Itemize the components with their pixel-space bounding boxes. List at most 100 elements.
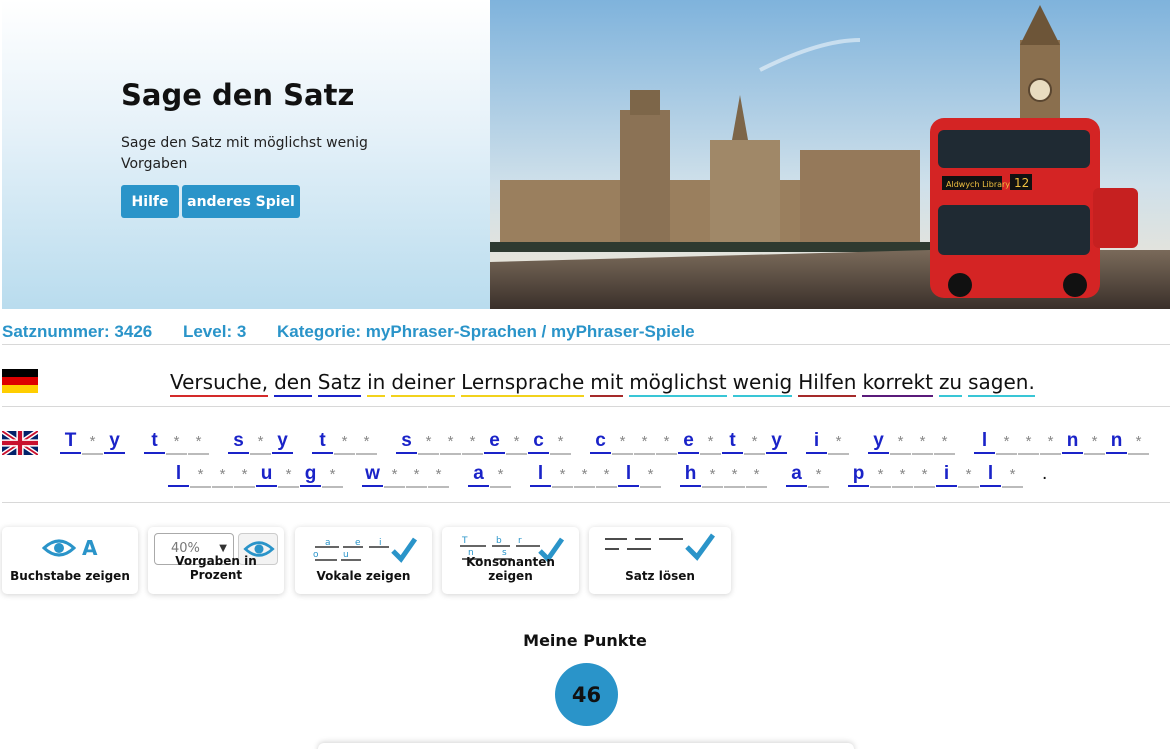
hidden-letter[interactable]: *	[914, 464, 935, 488]
revealed-letter[interactable]: w	[362, 463, 383, 487]
revealed-letter[interactable]: t	[144, 430, 165, 454]
hidden-letter[interactable]: *	[1002, 464, 1023, 488]
revealed-letter[interactable]: a	[786, 463, 807, 487]
revealed-letter[interactable]: l	[618, 463, 639, 487]
revealed-letter[interactable]: h	[680, 463, 701, 487]
hidden-letter[interactable]: *	[190, 464, 211, 488]
revealed-letter[interactable]: y	[868, 430, 889, 454]
hidden-letter[interactable]: *	[1128, 431, 1149, 455]
revealed-letter[interactable]: l	[530, 463, 551, 487]
hidden-letter[interactable]: *	[702, 464, 723, 488]
hidden-letter[interactable]: *	[82, 431, 103, 455]
hidden-letter[interactable]: *	[166, 431, 187, 455]
hidden-letter[interactable]: *	[406, 464, 427, 488]
hidden-letter[interactable]: *	[550, 431, 571, 455]
svg-text:Aldwych Library: Aldwych Library	[946, 180, 1010, 189]
revealed-letter[interactable]: n	[1106, 430, 1127, 454]
revealed-letter[interactable]: s	[396, 430, 417, 454]
hidden-letter[interactable]: *	[724, 464, 745, 488]
hidden-letter[interactable]: *	[356, 431, 377, 455]
german-word[interactable]: korrekt	[862, 370, 933, 397]
revealed-letter[interactable]: c	[528, 430, 549, 454]
revealed-letter[interactable]: y	[272, 430, 293, 454]
hidden-letter[interactable]: *	[384, 464, 405, 488]
german-word[interactable]: Versuche,	[170, 370, 269, 397]
hidden-letter[interactable]: *	[1084, 431, 1105, 455]
revealed-letter[interactable]: l	[974, 430, 995, 454]
hidden-letter[interactable]: *	[656, 431, 677, 455]
revealed-letter[interactable]: n	[1062, 430, 1083, 454]
hidden-letter[interactable]: *	[634, 431, 655, 455]
hidden-letter[interactable]: *	[596, 464, 617, 488]
german-word[interactable]: möglichst	[629, 370, 727, 397]
hidden-letter[interactable]: *	[892, 464, 913, 488]
revealed-letter[interactable]: u	[256, 463, 277, 487]
other-game-button[interactable]: anderes Spiel	[182, 185, 300, 218]
hidden-letter[interactable]: *	[640, 464, 661, 488]
hidden-letter[interactable]: *	[996, 431, 1017, 455]
german-word[interactable]: zu	[938, 370, 963, 397]
help-button[interactable]: Hilfe	[121, 185, 179, 218]
german-word[interactable]: Satz	[317, 370, 362, 397]
revealed-letter[interactable]: t	[312, 430, 333, 454]
revealed-letter[interactable]: a	[468, 463, 489, 487]
show-consonants-button[interactable]: T b r n s Konsonanten zeigen	[442, 527, 579, 594]
revealed-letter[interactable]: l	[980, 463, 1001, 487]
show-letter-button[interactable]: A Buchstabe zeigen	[2, 527, 138, 594]
hidden-letter[interactable]: *	[870, 464, 891, 488]
hidden-letter[interactable]: *	[188, 431, 209, 455]
hidden-letter[interactable]: *	[1040, 431, 1061, 455]
hidden-letter[interactable]: *	[828, 431, 849, 455]
hidden-letter[interactable]: *	[1018, 431, 1039, 455]
hidden-letter[interactable]: *	[322, 464, 343, 488]
revealed-letter[interactable]: c	[590, 430, 611, 454]
hidden-letter[interactable]: *	[490, 464, 511, 488]
hidden-letter[interactable]: *	[746, 464, 767, 488]
german-word[interactable]: sagen.	[968, 370, 1035, 397]
show-consonants-label: Konsonanten zeigen	[466, 555, 555, 583]
german-sentence: Versuche, den Satz in deiner Lernsprache mit mö…	[170, 370, 1041, 397]
hidden-letter[interactable]: *	[958, 464, 979, 488]
revealed-letter[interactable]: s	[228, 430, 249, 454]
revealed-letter[interactable]: l	[168, 463, 189, 487]
revealed-letter[interactable]: g	[300, 463, 321, 487]
german-word[interactable]: den	[274, 370, 312, 397]
hidden-letter[interactable]: *	[418, 431, 439, 455]
revealed-letter[interactable]: e	[484, 430, 505, 454]
solve-button[interactable]: Satz lösen	[589, 527, 731, 594]
hidden-letter[interactable]: *	[506, 431, 527, 455]
german-word[interactable]: Lernsprache	[461, 370, 585, 397]
hidden-letter[interactable]: *	[552, 464, 573, 488]
hidden-letter[interactable]: *	[462, 431, 483, 455]
german-word[interactable]: in	[367, 370, 386, 397]
german-word[interactable]: deiner	[391, 370, 456, 397]
revealed-letter[interactable]: t	[722, 430, 743, 454]
german-word[interactable]: mit	[590, 370, 624, 397]
hidden-letter[interactable]: *	[334, 431, 355, 455]
hidden-letter[interactable]: *	[250, 431, 271, 455]
revealed-letter[interactable]: T	[60, 430, 81, 454]
hidden-letter[interactable]: *	[212, 464, 233, 488]
hidden-letter[interactable]: *	[700, 431, 721, 455]
hidden-letter[interactable]: *	[808, 464, 829, 488]
revealed-letter[interactable]: y	[766, 430, 787, 454]
hidden-letter[interactable]: *	[934, 431, 955, 455]
hidden-letter[interactable]: *	[234, 464, 255, 488]
hidden-letter[interactable]: *	[744, 431, 765, 455]
hidden-letter[interactable]: *	[612, 431, 633, 455]
german-word[interactable]: Hilfen	[798, 370, 857, 397]
hidden-letter[interactable]: *	[574, 464, 595, 488]
revealed-letter[interactable]: i	[936, 463, 957, 487]
score-badge: 46	[555, 663, 618, 726]
show-vowels-button[interactable]: a e i o u Vokale zeigen	[295, 527, 432, 594]
hidden-letter[interactable]: *	[440, 431, 461, 455]
revealed-letter[interactable]: y	[104, 430, 125, 454]
hidden-letter[interactable]: *	[890, 431, 911, 455]
revealed-letter[interactable]: i	[806, 430, 827, 454]
german-word[interactable]: wenig	[732, 370, 793, 397]
revealed-letter[interactable]: e	[678, 430, 699, 454]
revealed-letter[interactable]: p	[848, 463, 869, 487]
hidden-letter[interactable]: *	[278, 464, 299, 488]
hidden-letter[interactable]: *	[428, 464, 449, 488]
hidden-letter[interactable]: *	[912, 431, 933, 455]
